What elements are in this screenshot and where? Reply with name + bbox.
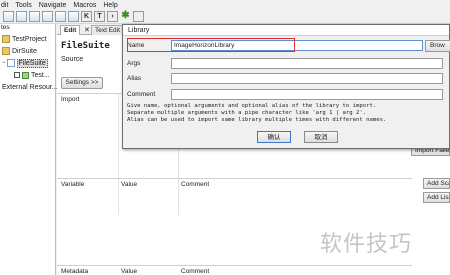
save-all-icon[interactable] (55, 11, 66, 22)
dialog-title: Library (123, 25, 449, 36)
test-case-icon (22, 71, 29, 79)
source-label: Source (61, 56, 84, 63)
help-line: Alias can be used to import same library… (127, 117, 387, 123)
comment-column-header: Comment (181, 268, 210, 275)
tree-item-label: DirSuite (12, 47, 37, 55)
menu-edit[interactable]: dit (1, 2, 8, 9)
gear-icon[interactable]: ✱ (120, 11, 131, 22)
search-icon[interactable] (68, 11, 79, 22)
tree-header: tes (1, 24, 10, 31)
open-directory-icon[interactable] (29, 11, 40, 22)
menu-macros[interactable]: Macros (73, 2, 96, 9)
checkbox-icon[interactable] (14, 72, 20, 78)
page-title: FileSuite (61, 41, 110, 51)
tree-item-label: TestProject (12, 35, 47, 43)
stop-icon[interactable] (133, 11, 144, 22)
grid-divider (118, 93, 119, 215)
comment-column-header: Comment (181, 181, 210, 188)
add-scalar-button[interactable]: Add Scal (423, 178, 450, 189)
metadata-table-header: Metadata Value Comment (57, 265, 412, 275)
alias-label: Alias (127, 75, 142, 82)
arrow-right-icon[interactable]: › (107, 11, 118, 22)
browse-button[interactable]: Brow (425, 40, 450, 52)
test-button[interactable]: T (94, 11, 105, 22)
variable-table-header: Variable Value Comment (57, 178, 412, 190)
menu-help[interactable]: Help (103, 2, 117, 9)
project-tree: tes TestProject DirSuite − FileSuite Tes… (0, 24, 58, 275)
comment-field[interactable] (171, 89, 443, 100)
menu-navigate[interactable]: Navigate (39, 2, 67, 9)
save-icon[interactable] (42, 11, 53, 22)
watermark: 软件技巧 (320, 232, 413, 257)
value-column-header: Value (121, 268, 138, 275)
tree-item-test[interactable]: Test... (0, 69, 55, 81)
file-icon (6, 59, 15, 67)
help-line: Separate multiple arguments with a pipe … (127, 110, 367, 116)
tree-item-external-resources[interactable]: External Resour... (0, 81, 58, 93)
menu-bar: dit Tools Navigate Macros Help (0, 0, 450, 10)
help-text: Give name, optional arguments and option… (127, 103, 386, 124)
settings-button[interactable]: Settings >> (61, 77, 103, 89)
import-header: Import (61, 96, 80, 103)
folder-icon (2, 47, 10, 55)
tree-item-testproject[interactable]: TestProject (0, 33, 55, 45)
args-field[interactable] (171, 58, 443, 69)
tree-item-label: FileSuite (16, 58, 48, 68)
open-icon[interactable] (16, 11, 27, 22)
close-icon[interactable]: ✕ (84, 26, 90, 34)
tab-text-edit[interactable]: Text Edit (91, 25, 124, 35)
tree-item-dirsuite[interactable]: DirSuite (0, 45, 55, 57)
metadata-column-header: Metadata (61, 268, 89, 275)
ok-button[interactable]: 确认 (257, 131, 291, 143)
tree-item-label: Test... (31, 71, 50, 79)
toolbar: K T › ✱ (0, 10, 450, 24)
tree-item-filesuite[interactable]: − FileSuite (0, 57, 55, 69)
menu-tools[interactable]: Tools (15, 2, 31, 9)
add-list-button[interactable]: Add Lis (423, 192, 450, 203)
help-line: Give name, optional arguments and option… (127, 103, 377, 109)
collapse-icon[interactable]: − (2, 60, 6, 66)
alias-field[interactable] (171, 73, 443, 84)
tab-edit[interactable]: Edit (60, 25, 81, 35)
comment-label: Comment (127, 91, 156, 98)
keyword-button[interactable]: K (81, 11, 92, 22)
tree-item-label: External Resour... (2, 83, 58, 91)
library-dialog: Library Name ImageHorizonLibrary Brow Ar… (122, 24, 450, 149)
cancel-button[interactable]: 取消 (304, 131, 338, 143)
new-project-icon[interactable] (3, 11, 14, 22)
value-column-header: Value (121, 181, 138, 188)
highlight-box (127, 38, 295, 52)
args-label: Args (127, 60, 141, 67)
variable-column-header: Variable (61, 181, 85, 188)
folder-icon (2, 35, 10, 43)
